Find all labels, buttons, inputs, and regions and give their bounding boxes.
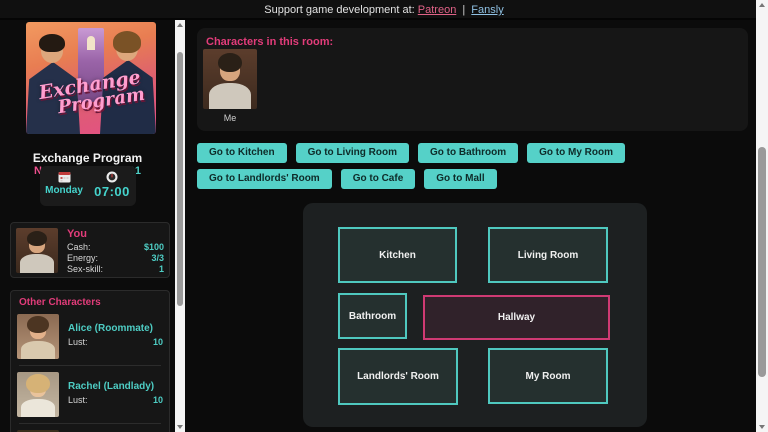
cash-value: $100 (144, 242, 164, 253)
navigation-buttons: Go to Kitchen Go to Living Room Go to Ba… (197, 143, 757, 189)
map-room-my-room[interactable]: My Room (488, 348, 608, 404)
day-label: Monday (40, 185, 88, 196)
alice-lust-row: Lust: 10 (68, 337, 163, 348)
map-room-bathroom[interactable]: Bathroom (338, 293, 407, 339)
scroll-up-arrow[interactable] (175, 20, 185, 30)
player-stat-cash: Cash: $100 (67, 242, 164, 253)
other-characters-panel: Other Characters Alice (Roommate) Lust: … (10, 290, 170, 432)
rachel-lust-value: 10 (153, 395, 163, 406)
cash-label: Cash: (67, 242, 91, 253)
patreon-link[interactable]: Patreon (418, 4, 457, 16)
alice-info: Alice (Roommate) Lust: 10 (68, 314, 163, 359)
map-room-kitchen[interactable]: Kitchen (338, 227, 457, 283)
game-logo: Exchange Program (26, 22, 156, 134)
game-title: Exchange Program (0, 151, 175, 165)
rachel-portrait (17, 372, 59, 417)
sexskill-label: Sex-skill: (67, 264, 103, 275)
support-bar: Support game development at: Patreon | F… (0, 0, 768, 20)
game-window: Support game development at: Patreon | F… (0, 0, 768, 432)
sidebar-scrollbar[interactable] (175, 20, 185, 432)
player-info: You Cash: $100 Energy: 3/3 Sex-skill: 1 (67, 228, 164, 272)
room-panel-title: Characters in this room: (197, 28, 748, 48)
divider (19, 423, 161, 424)
alice-lust-value: 10 (153, 337, 163, 348)
character-card-partial (17, 428, 163, 432)
go-to-kitchen-button[interactable]: Go to Kitchen (197, 143, 287, 163)
go-to-cafe-button[interactable]: Go to Cafe (341, 169, 416, 189)
time-panel: Monday 07:00 (40, 166, 136, 206)
house-map: Kitchen Living Room Bathroom Hallway Lan… (303, 203, 647, 427)
clock-column: 07:00 (88, 166, 136, 206)
other-characters-title: Other Characters (19, 297, 163, 308)
sidebar: Exchange Program Exchange Program New Ro… (0, 20, 175, 432)
rachel-lust-row: Lust: 10 (68, 395, 163, 406)
clock-icon (106, 171, 118, 183)
player-portrait (16, 228, 58, 273)
scroll-down-arrow[interactable] (756, 422, 768, 432)
page-scrollbar-thumb[interactable] (758, 147, 766, 377)
me-portrait[interactable] (203, 49, 257, 109)
calendar-icon (58, 171, 71, 183)
rachel-name: Rachel (Landlady) (68, 381, 163, 392)
map-room-hallway-current: Hallway (423, 295, 610, 340)
character-card-rachel: Rachel (Landlady) Lust: 10 (17, 370, 163, 419)
go-to-bathroom-button[interactable]: Go to Bathroom (418, 143, 518, 163)
sidebar-scrollbar-thumb[interactable] (177, 52, 183, 306)
rachel-info: Rachel (Landlady) Lust: 10 (68, 372, 163, 417)
me-label: Me (203, 113, 257, 123)
player-stat-energy: Energy: 3/3 (67, 253, 164, 264)
go-to-landlords-room-button[interactable]: Go to Landlords' Room (197, 169, 332, 189)
clock-label: 07:00 (88, 184, 136, 199)
logo-tower-arch (87, 36, 95, 50)
map-room-living-room[interactable]: Living Room (488, 227, 608, 283)
fansly-link[interactable]: Fansly (471, 4, 503, 16)
page-scrollbar[interactable] (756, 0, 768, 432)
go-to-my-room-button[interactable]: Go to My Room (527, 143, 625, 163)
alice-portrait (17, 314, 59, 359)
player-stat-sexskill: Sex-skill: 1 (67, 264, 164, 275)
day-column: Monday (40, 166, 88, 206)
support-text: Support game development at: (264, 4, 414, 16)
characters-in-room-panel: Characters in this room: Me (197, 28, 748, 131)
energy-value: 3/3 (151, 253, 164, 264)
player-card: You Cash: $100 Energy: 3/3 Sex-skill: 1 (10, 222, 170, 278)
player-name: You (67, 228, 164, 240)
map-room-landlords-room[interactable]: Landlords' Room (338, 348, 458, 405)
character-card-alice: Alice (Roommate) Lust: 10 (17, 312, 163, 361)
scroll-down-arrow[interactable] (175, 422, 185, 432)
link-separator: | (459, 4, 468, 16)
room-character-me[interactable]: Me (203, 49, 257, 123)
divider (19, 365, 161, 366)
sexskill-value: 1 (159, 264, 164, 275)
rachel-lust-label: Lust: (68, 395, 88, 406)
scroll-up-arrow[interactable] (756, 0, 768, 10)
go-to-living-room-button[interactable]: Go to Living Room (296, 143, 409, 163)
energy-label: Energy: (67, 253, 98, 264)
go-to-mall-button[interactable]: Go to Mall (424, 169, 496, 189)
alice-lust-label: Lust: (68, 337, 88, 348)
alice-name: Alice (Roommate) (68, 323, 163, 334)
